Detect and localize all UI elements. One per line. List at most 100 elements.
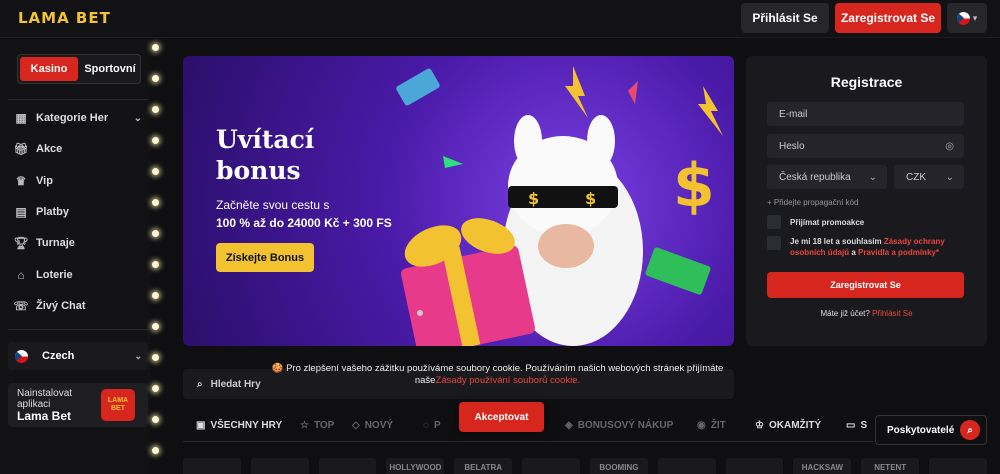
chevron-down-icon: ⌄: [134, 350, 142, 361]
provider-logo[interactable]: [657, 458, 716, 474]
shard-icon: [628, 81, 638, 104]
tab-live[interactable]: ◉ ŽIT: [697, 420, 726, 431]
tab-new[interactable]: ◇ NOVÝ: [352, 420, 393, 431]
tab-slots[interactable]: ▭ S: [846, 420, 867, 431]
carousel-dot[interactable]: [417, 310, 423, 316]
language-switcher[interactable]: ▾: [947, 3, 987, 33]
site-logo[interactable]: LAMA BET: [18, 9, 111, 27]
sidebar-item-promotions[interactable]: 🎁︎ Akce: [13, 138, 144, 160]
provider-logo[interactable]: [183, 458, 241, 474]
sidebar-item-lottery[interactable]: ⌂ Loterie: [14, 264, 144, 286]
live-icon: ◉: [697, 420, 706, 431]
currency-value: CZK: [906, 171, 926, 183]
eye-icon[interactable]: ◎: [945, 141, 954, 152]
provider-logo[interactable]: BOOMING: [589, 458, 648, 474]
add-promo-code-link[interactable]: + Přidejte propagační kód: [767, 198, 858, 207]
dollar-icon: $: [673, 151, 715, 221]
sidebar-item-tournaments[interactable]: 🏆︎ Turnaje: [13, 232, 144, 254]
terms-conditions-link[interactable]: Pravidla a podmínky: [858, 248, 936, 257]
terms-row[interactable]: Je mi 18 let a souhlasím Zásady ochrany …: [767, 236, 967, 258]
marquee-bulb: [152, 292, 159, 299]
provider-logo[interactable]: [250, 458, 309, 474]
popular-icon: ◌: [423, 420, 429, 431]
tab-label: VŠECHNY HRY: [210, 420, 283, 431]
sidebar-item-live-chat[interactable]: ☏ Živý Chat: [14, 295, 144, 317]
marquee-lights: [151, 40, 161, 474]
tab-bonus-buy[interactable]: ◈ BONUSOVÝ NÁKUP: [565, 420, 673, 431]
tab-instant[interactable]: ♔ OKAMŽITÝ: [755, 420, 821, 431]
accept-promos-checkbox[interactable]: [767, 215, 781, 229]
tab-all-games[interactable]: ▣ VŠECHNY HRY: [196, 420, 282, 431]
chat-icon: ☏: [13, 299, 29, 313]
chevron-down-icon: ⌄: [945, 171, 954, 183]
terms-checkbox[interactable]: [767, 236, 781, 250]
czech-flag-icon: [956, 11, 970, 25]
provider-logo[interactable]: NETENT: [861, 458, 920, 474]
tab-popular[interactable]: ◌ P: [423, 420, 441, 431]
tab-label: OKAMŽITÝ: [768, 420, 822, 431]
marquee-bulb: [152, 137, 159, 144]
sidebar-item-label: Vip: [36, 175, 53, 187]
sidebar-item-label: Loterie: [36, 269, 73, 281]
slots-icon: ▭: [846, 420, 856, 431]
register-button[interactable]: Zaregistrovat Se: [835, 3, 941, 33]
tab-label: TOP: [313, 420, 335, 431]
language-select[interactable]: Czech ⌄: [8, 342, 148, 370]
currency-select[interactable]: CZK ⌄: [894, 165, 964, 189]
email-field[interactable]: E-mail: [767, 102, 964, 126]
sidebar-item-vip[interactable]: ♛ Vip: [14, 170, 144, 192]
install-text: Nainstalovat aplikaci: [17, 388, 72, 410]
welcome-bonus-banner[interactable]: $ $ $ Uvítací bonus Začněte svou cestu s…: [183, 56, 734, 346]
terms-prefix: Je mi 18 let a souhlasím: [790, 237, 882, 246]
get-bonus-button[interactable]: Získejte Bonus: [216, 243, 314, 272]
tab-label: S: [860, 420, 868, 431]
provider-logo[interactable]: [929, 458, 987, 474]
provider-logo[interactable]: BELATRA: [454, 458, 513, 474]
sidebar-item-label: Platby: [36, 206, 70, 218]
crown-icon: ♛: [15, 174, 27, 188]
categories-icon: ▦: [15, 111, 27, 125]
casino-tab[interactable]: Kasino: [20, 57, 78, 81]
wallet-icon: ▤: [15, 205, 27, 219]
marquee-bulb: [152, 385, 159, 392]
password-field[interactable]: Heslo ◎: [767, 134, 964, 158]
sidebar-item-categories[interactable]: ▦ Kategorie Her ⌄: [14, 107, 144, 129]
provider-logo[interactable]: HACKSAW: [793, 458, 852, 474]
tabs-divider: [183, 441, 873, 442]
have-account-text: Máte již účet?: [820, 309, 870, 318]
money-bill-icon: [396, 68, 440, 106]
tab-label: NOVÝ: [364, 420, 394, 431]
provider-logo[interactable]: [725, 458, 784, 474]
sport-tab[interactable]: Sportovní: [80, 57, 140, 81]
provider-logo[interactable]: [522, 458, 580, 474]
install-line1: Nainstalovat: [17, 388, 73, 399]
accept-promos-row[interactable]: Přijímat promoakce: [767, 215, 967, 229]
login-button[interactable]: Přihlásit Se: [741, 3, 829, 33]
svg-text:$: $: [528, 189, 539, 208]
sidebar-item-payments[interactable]: ▤ Platby: [14, 201, 144, 223]
provider-logo[interactable]: [318, 458, 377, 474]
install-app-card[interactable]: Nainstalovat aplikaci Lama Bet LAMA BET: [8, 383, 148, 427]
cookie-policy-link[interactable]: Zásady používání souborů cookie.: [435, 375, 580, 386]
search-icon: ⌕: [197, 378, 203, 390]
terms-and: a: [851, 248, 856, 257]
tab-top[interactable]: ☆ TOP: [300, 420, 334, 431]
trophy-icon: 🏆︎: [13, 236, 29, 250]
banner-title-line1: Uvítací: [216, 125, 315, 154]
czech-flag-icon: [15, 349, 28, 363]
marquee-bulb: [152, 261, 159, 268]
marquee-bulb: [152, 354, 159, 361]
country-select[interactable]: Česká republika ⌄: [767, 165, 887, 189]
accept-cookies-button[interactable]: Akceptovat: [459, 402, 544, 432]
gift-icon: 🎁︎: [13, 142, 29, 156]
search-icon[interactable]: ⌕: [960, 420, 980, 440]
marquee-bulb: [152, 168, 159, 175]
login-link[interactable]: Přihlásit Se: [872, 309, 912, 318]
marquee-bulb: [152, 44, 159, 51]
providers-button[interactable]: Poskytovatelé ⌕: [875, 415, 987, 445]
banner-offer: 100 % až do 24000 Kč + 300 FS: [216, 216, 392, 230]
country-value: Česká republika: [779, 171, 851, 183]
provider-logo[interactable]: HOLLYWOOD: [386, 458, 445, 474]
register-submit-button[interactable]: Zaregistrovat Se: [767, 272, 964, 298]
banner-title: Uvítací bonus: [216, 124, 376, 186]
